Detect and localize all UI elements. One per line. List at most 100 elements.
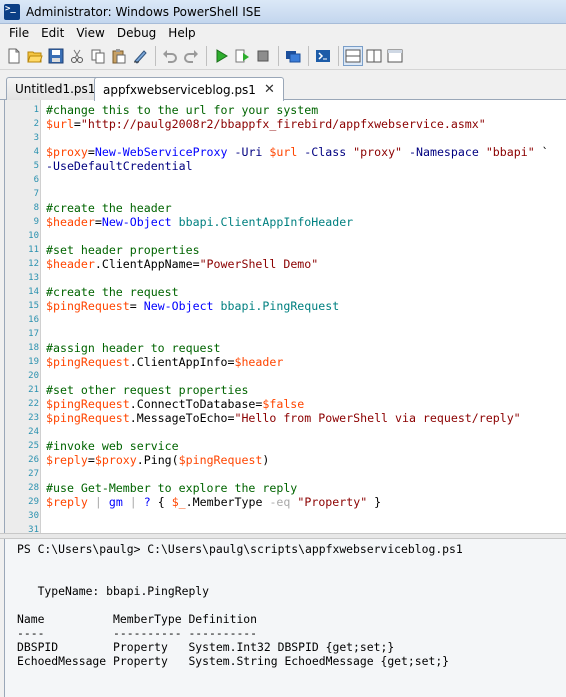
code-token: .ClientAppName= xyxy=(94,257,200,271)
script-editor[interactable]: 1 #change this to the url for your system… xyxy=(4,100,566,533)
code-token: New-Object xyxy=(143,299,214,313)
code-token: "proxy" xyxy=(353,145,403,159)
code-line[interactable]: 21 #set other request properties xyxy=(5,383,566,397)
line-code: #change this to the url for your system xyxy=(46,103,318,117)
redo-icon[interactable] xyxy=(181,46,201,66)
code-line[interactable]: 18 #assign header to request xyxy=(5,341,566,355)
cut-icon[interactable] xyxy=(67,46,87,66)
code-token: .ConnectToDatabase= xyxy=(129,397,263,411)
code-token: "Hello from PowerShell via request/reply… xyxy=(234,411,521,425)
code-line[interactable]: 30 xyxy=(5,509,566,523)
output-pane[interactable]: PS C:\Users\paulg> C:\Users\paulg\script… xyxy=(4,539,566,697)
code-token: $pingRequest xyxy=(46,299,130,313)
code-line[interactable]: 20 xyxy=(5,369,566,383)
stop-icon[interactable] xyxy=(253,46,273,66)
code-token: { xyxy=(150,495,172,509)
run-selection-icon[interactable] xyxy=(232,46,252,66)
code-line[interactable]: 2 $url="http://paulg2008r2/bbappfx_firebi… xyxy=(5,117,566,131)
code-token: #change this to the url for your system xyxy=(46,103,319,117)
code-token: $url xyxy=(269,145,298,159)
code-line[interactable]: 3 xyxy=(5,131,566,145)
powershell-icon[interactable] xyxy=(313,46,333,66)
output-line: TypeName: bbapi.PingReply xyxy=(17,584,210,598)
code-line[interactable]: 12 $header.ClientAppName="PowerShell Demo… xyxy=(5,257,566,271)
code-token: -UseDefaultCredential xyxy=(46,159,193,173)
code-token: New-Object xyxy=(101,215,172,229)
paste-icon[interactable] xyxy=(109,46,129,66)
code-line[interactable]: 8 #create the header xyxy=(5,201,566,215)
line-code: #set other request properties xyxy=(46,383,248,397)
code-line[interactable]: 28 #use Get-Member to explore the reply xyxy=(5,481,566,495)
code-line[interactable]: 27 xyxy=(5,467,566,481)
line-number: 22 xyxy=(28,399,39,409)
menu-file[interactable]: File xyxy=(3,24,35,42)
code-line[interactable]: 25 #invoke web service xyxy=(5,439,566,453)
line-code: #create the request xyxy=(46,285,179,299)
line-code: #use Get-Member to explore the reply xyxy=(46,481,297,495)
code-line[interactable]: 7 xyxy=(5,187,566,201)
copy-icon[interactable] xyxy=(88,46,108,66)
line-number: 10 xyxy=(28,231,39,241)
code-token: .Ping( xyxy=(136,453,179,467)
run-icon[interactable] xyxy=(211,46,231,66)
code-token: = xyxy=(73,117,81,131)
code-line[interactable]: 4 $proxy=New-WebServiceProxy -Uri $url -C… xyxy=(5,145,566,159)
code-line[interactable]: 26 $reply=$proxy.Ping($pingRequest) xyxy=(5,453,566,467)
code-line[interactable]: 6 xyxy=(5,173,566,187)
menu-help[interactable]: Help xyxy=(162,24,201,42)
clear-icon[interactable] xyxy=(130,46,150,66)
code-token: .MessageToEcho= xyxy=(129,411,235,425)
layout-top-icon[interactable] xyxy=(343,45,363,66)
line-number: 9 xyxy=(33,217,39,227)
code-line[interactable]: 14 #create the request xyxy=(5,285,566,299)
code-line[interactable]: 9 $header=New-Object bbapi.ClientAppInfoH… xyxy=(5,215,566,229)
line-number: 17 xyxy=(28,329,39,339)
code-line[interactable]: 23 $pingRequest.MessageToEcho="Hello from… xyxy=(5,411,566,425)
undo-icon[interactable] xyxy=(160,46,180,66)
save-icon[interactable] xyxy=(46,46,66,66)
code-line[interactable]: 31 xyxy=(5,523,566,533)
code-token: #use Get-Member to explore the reply xyxy=(46,481,298,495)
code-token: $reply xyxy=(46,495,88,509)
code-token: #assign header to request xyxy=(46,341,221,355)
code-line[interactable]: 15 $pingRequest= New-Object bbapi.PingReq… xyxy=(5,299,566,313)
line-code: $header.ClientAppName="PowerShell Demo" xyxy=(46,257,318,271)
menu-view[interactable]: View xyxy=(70,24,110,42)
code-token: = xyxy=(87,145,95,159)
line-number: 21 xyxy=(28,385,39,395)
code-line[interactable]: 13 xyxy=(5,271,566,285)
menu-debug[interactable]: Debug xyxy=(111,24,162,42)
line-code: #set header properties xyxy=(46,243,200,257)
line-number: 20 xyxy=(28,371,39,381)
line-number: 18 xyxy=(28,343,39,353)
close-icon[interactable]: ✕ xyxy=(264,79,275,101)
code-line[interactable]: 5 -UseDefaultCredential xyxy=(5,159,566,173)
code-line[interactable]: 10 xyxy=(5,229,566,243)
line-number: 6 xyxy=(33,175,39,185)
code-line[interactable]: 29 $reply | gm | ? { $_.MemberType -eq "P… xyxy=(5,495,566,509)
code-line[interactable]: 11 #set header properties xyxy=(5,243,566,257)
tab-untitled1[interactable]: Untitled1.ps1 xyxy=(6,77,105,100)
code-line[interactable]: 24 xyxy=(5,425,566,439)
code-token: -eq xyxy=(269,495,291,509)
code-line[interactable]: 19 $pingRequest.ClientAppInfo=$header xyxy=(5,355,566,369)
code-line[interactable]: 22 $pingRequest.ConnectToDatabase=$false xyxy=(5,397,566,411)
layout-max-icon[interactable] xyxy=(385,46,405,66)
code-token: ` xyxy=(534,145,549,159)
title-bar: Administrator: Windows PowerShell ISE xyxy=(0,0,566,24)
open-icon[interactable] xyxy=(25,46,45,66)
code-line[interactable]: 1 #change this to the url for your system xyxy=(5,103,566,117)
code-line[interactable]: 17 xyxy=(5,327,566,341)
new-icon[interactable] xyxy=(4,46,24,66)
line-number: 14 xyxy=(28,287,39,297)
powershell-app-icon xyxy=(4,3,20,20)
line-number: 1 xyxy=(33,105,39,115)
code-line[interactable]: 16 xyxy=(5,313,566,327)
layout-right-icon[interactable] xyxy=(364,46,384,66)
menu-edit[interactable]: Edit xyxy=(35,24,70,42)
line-code: $pingRequest.ClientAppInfo=$header xyxy=(46,355,283,369)
tab-appfxwebserviceblog[interactable]: appfxwebserviceblog.ps1 ✕ xyxy=(94,77,284,101)
remote-tab-icon[interactable] xyxy=(283,46,303,66)
